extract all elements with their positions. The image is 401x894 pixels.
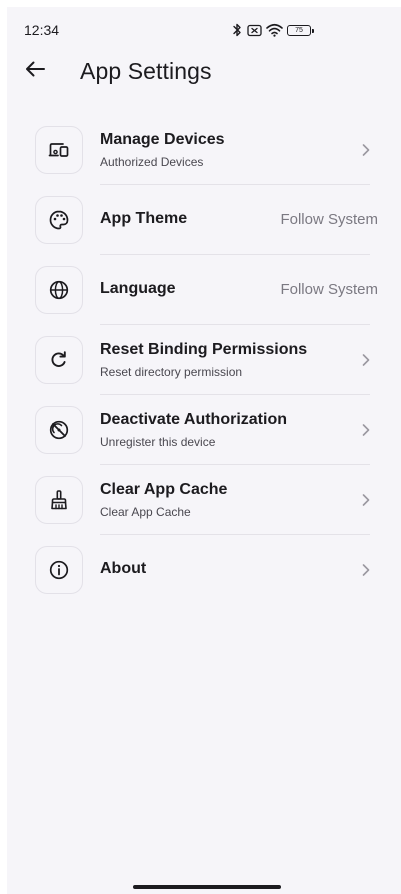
setting-value: Follow System xyxy=(280,211,378,228)
chevron-right-icon xyxy=(359,562,373,578)
palette-icon xyxy=(35,196,83,244)
setting-row-reset-binding-permissions[interactable]: Reset Binding Permissions Reset director… xyxy=(7,325,401,395)
setting-value: Follow System xyxy=(280,281,378,298)
chevron-right-icon xyxy=(359,492,373,508)
setting-title: Language xyxy=(100,280,176,297)
bluetooth-icon xyxy=(231,22,243,38)
status-bar: 12:34 75 xyxy=(7,7,401,41)
setting-title: Deactivate Authorization xyxy=(100,411,287,428)
setting-row-app-theme[interactable]: App Theme Follow System xyxy=(7,185,401,255)
setting-title: Reset Binding Permissions xyxy=(100,341,308,358)
arrow-left-icon xyxy=(24,60,46,83)
setting-title: About xyxy=(100,560,147,577)
refresh-icon xyxy=(35,336,83,384)
setting-title: App Theme xyxy=(100,210,188,227)
setting-subtitle: Reset directory permission xyxy=(100,365,243,379)
no-sim-icon xyxy=(247,24,262,37)
home-indicator[interactable] xyxy=(133,885,281,889)
wifi-icon xyxy=(266,23,283,37)
broom-icon xyxy=(35,476,83,524)
chevron-right-icon xyxy=(359,142,373,158)
gauge-off-icon xyxy=(35,406,83,454)
info-icon xyxy=(35,546,83,594)
status-time: 12:34 xyxy=(24,22,60,38)
chevron-right-icon xyxy=(359,352,373,368)
setting-subtitle: Authorized Devices xyxy=(100,155,204,169)
globe-icon xyxy=(35,266,83,314)
setting-row-about[interactable]: About xyxy=(7,535,401,605)
setting-title: Clear App Cache xyxy=(100,481,228,498)
setting-row-manage-devices[interactable]: Manage Devices Authorized Devices xyxy=(7,115,401,185)
setting-row-language[interactable]: Language Follow System xyxy=(7,255,401,325)
setting-subtitle: Unregister this device xyxy=(100,435,216,449)
page-title: App Settings xyxy=(80,58,212,84)
setting-row-deactivate-authorization[interactable]: Deactivate Authorization Unregister this… xyxy=(7,395,401,465)
status-icons: 75 xyxy=(231,21,314,39)
setting-subtitle: Clear App Cache xyxy=(100,505,191,519)
chevron-right-icon xyxy=(359,422,373,438)
battery-icon: 75 xyxy=(287,24,314,36)
back-button[interactable] xyxy=(21,57,49,85)
app-settings-screen: 12:34 75 App Settings Manage Devices Aut… xyxy=(7,7,401,894)
setting-title: Manage Devices xyxy=(100,131,225,148)
setting-row-clear-app-cache[interactable]: Clear App Cache Clear App Cache xyxy=(7,465,401,535)
devices-icon xyxy=(35,126,83,174)
settings-list: Manage Devices Authorized Devices App Th… xyxy=(7,115,401,605)
